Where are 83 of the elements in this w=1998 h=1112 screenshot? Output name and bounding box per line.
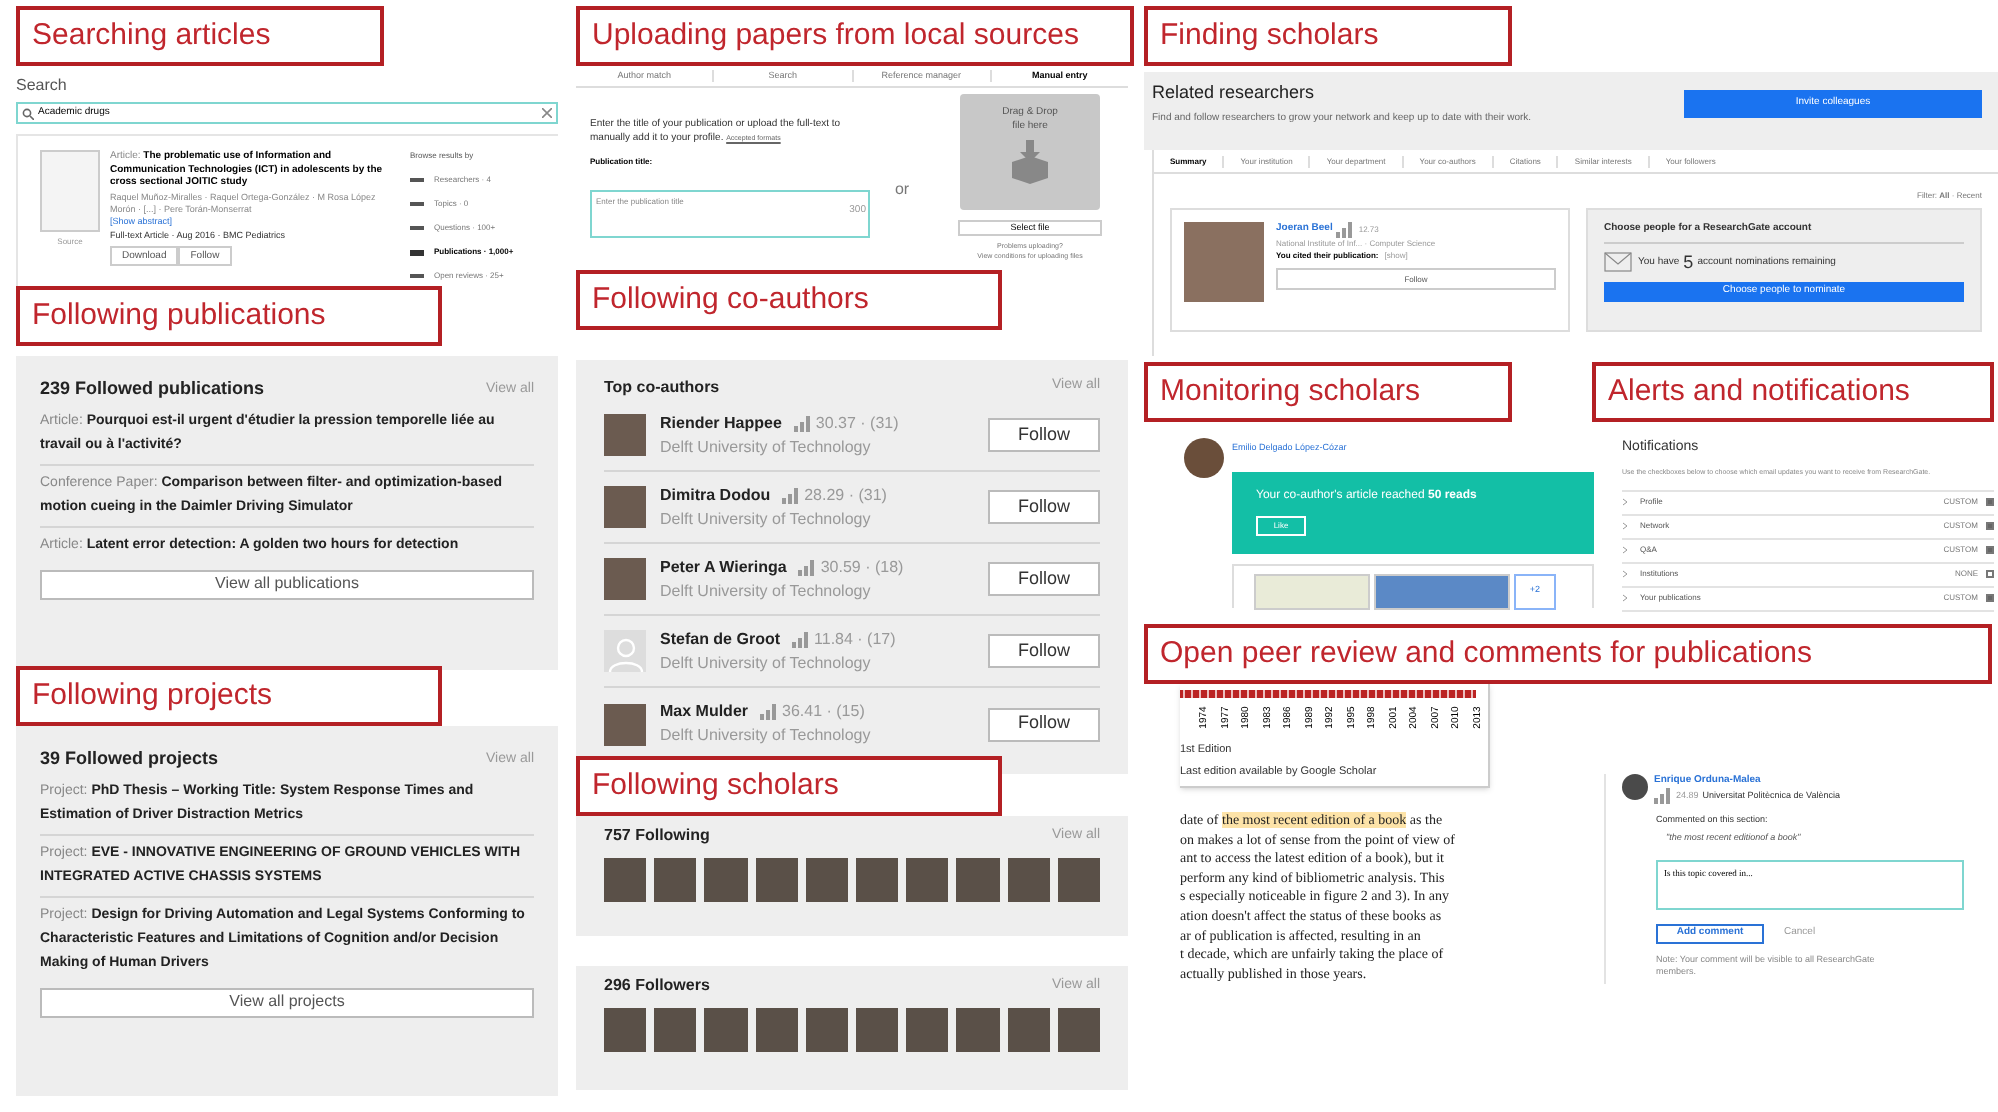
photo-placeholder	[1184, 438, 1224, 478]
coauthor-name[interactable]: Riender Happee	[660, 411, 782, 435]
checkbox[interactable]	[1986, 498, 1994, 506]
panel-title: Top co-authors	[604, 376, 720, 400]
view-all-button[interactable]: View all publications	[40, 569, 534, 599]
score-text: 11.84 · (17)	[814, 627, 896, 651]
panel-title: 39 Followed projects	[40, 746, 219, 772]
panel-title: 757 Following	[604, 824, 710, 848]
search-icon	[22, 107, 34, 119]
follow-button[interactable]: Follow	[988, 707, 1100, 741]
score-bars-icon	[760, 704, 779, 720]
photo-placeholder[interactable]	[604, 858, 647, 902]
section-label: Monitoring scholars	[1144, 362, 1512, 422]
score-text: 28.29 · (31)	[804, 483, 887, 507]
photo-placeholder	[604, 703, 646, 745]
section-label: Open peer review and comments for publications	[1144, 623, 1992, 683]
clear-icon[interactable]	[542, 108, 552, 118]
affiliation-text: Delft University of Technology	[660, 435, 873, 459]
search-heading: Search	[16, 74, 69, 98]
section-label: Finding scholars	[1144, 6, 1512, 66]
follow-button[interactable]: Follow	[988, 418, 1100, 452]
photo-placeholder[interactable]	[906, 858, 949, 902]
box-arrow-icon	[1008, 140, 1052, 184]
score-bars-icon	[1654, 788, 1672, 804]
photo-placeholder[interactable]	[1007, 1008, 1050, 1052]
photo-placeholder[interactable]	[654, 858, 697, 902]
section-label: Following publications	[16, 286, 442, 346]
photo-placeholder[interactable]	[654, 1008, 697, 1052]
section-label: Alerts and notifications	[1592, 362, 1994, 422]
checkbox[interactable]	[1986, 522, 1994, 530]
photo-placeholder[interactable]	[1057, 1008, 1101, 1052]
photo-placeholder[interactable]	[755, 1008, 798, 1052]
coauthor-name[interactable]: Dimitra Dodou	[660, 483, 771, 507]
affiliation-text: Delft University of Technology	[660, 507, 873, 531]
score-bars-icon	[793, 415, 812, 431]
photo-placeholder	[1622, 773, 1648, 799]
coauthor-name[interactable]: Peter A Wieringa	[660, 555, 787, 579]
follow-button[interactable]: Follow	[988, 634, 1100, 668]
panel-title: Related researchers	[1152, 80, 1317, 106]
photo-placeholder[interactable]	[805, 1008, 849, 1052]
view-all-button[interactable]: View all projects	[40, 987, 534, 1017]
section-label: Following projects	[16, 666, 442, 726]
affiliation-text: Delft University of Technology	[660, 651, 873, 675]
photo-placeholder	[604, 414, 646, 456]
affiliation-text: Delft University of Technology	[660, 579, 873, 603]
avatar-silhouette-icon	[604, 630, 646, 672]
coauthor-name[interactable]: Max Mulder	[660, 700, 749, 724]
panel-title: 296 Followers	[604, 974, 710, 998]
score-text: 36.41 · (15)	[782, 700, 865, 724]
photo-placeholder[interactable]	[604, 1008, 647, 1052]
section-label: Uploading papers from local sources	[576, 6, 1134, 66]
photo-placeholder[interactable]	[856, 1008, 899, 1052]
follow-button[interactable]: Follow	[988, 562, 1100, 596]
checkbox[interactable]	[1986, 594, 1994, 602]
score-text: 30.37 · (31)	[815, 411, 899, 435]
or-text: or	[892, 178, 912, 203]
screenshot-thumbnail	[1374, 573, 1510, 610]
photo-placeholder[interactable]	[805, 858, 849, 902]
section-label: Following scholars	[576, 756, 1002, 816]
checkbox[interactable]	[1986, 546, 1994, 554]
score-bars-icon	[782, 487, 801, 503]
envelope-icon	[1604, 252, 1632, 273]
photo-placeholder	[1184, 222, 1264, 302]
checkbox[interactable]	[1986, 570, 1994, 578]
photo-placeholder[interactable]	[906, 1008, 949, 1052]
photo-placeholder	[604, 558, 646, 600]
section-label: Following co-authors	[576, 270, 1002, 330]
photo-placeholder	[604, 486, 646, 528]
photo-placeholder[interactable]	[1057, 858, 1101, 902]
score-bars-icon	[792, 631, 811, 647]
coauthor-name[interactable]: Stefan de Groot	[660, 627, 781, 651]
section-label: Searching articles	[16, 6, 384, 66]
score-bars-icon	[798, 559, 817, 575]
photo-placeholder[interactable]	[1007, 858, 1050, 902]
photo-placeholder[interactable]	[856, 858, 899, 902]
photo-placeholder[interactable]	[755, 858, 798, 902]
follow-button[interactable]: Follow	[988, 490, 1100, 524]
affiliation-text: Delft University of Technology	[660, 724, 873, 748]
panel-title: 239 Followed publications	[40, 376, 265, 402]
score-bars-icon	[1336, 222, 1355, 238]
score-text: 30.59 · (18)	[820, 555, 904, 579]
screenshot-thumbnail	[1254, 573, 1370, 610]
document-thumbnail	[40, 150, 100, 232]
